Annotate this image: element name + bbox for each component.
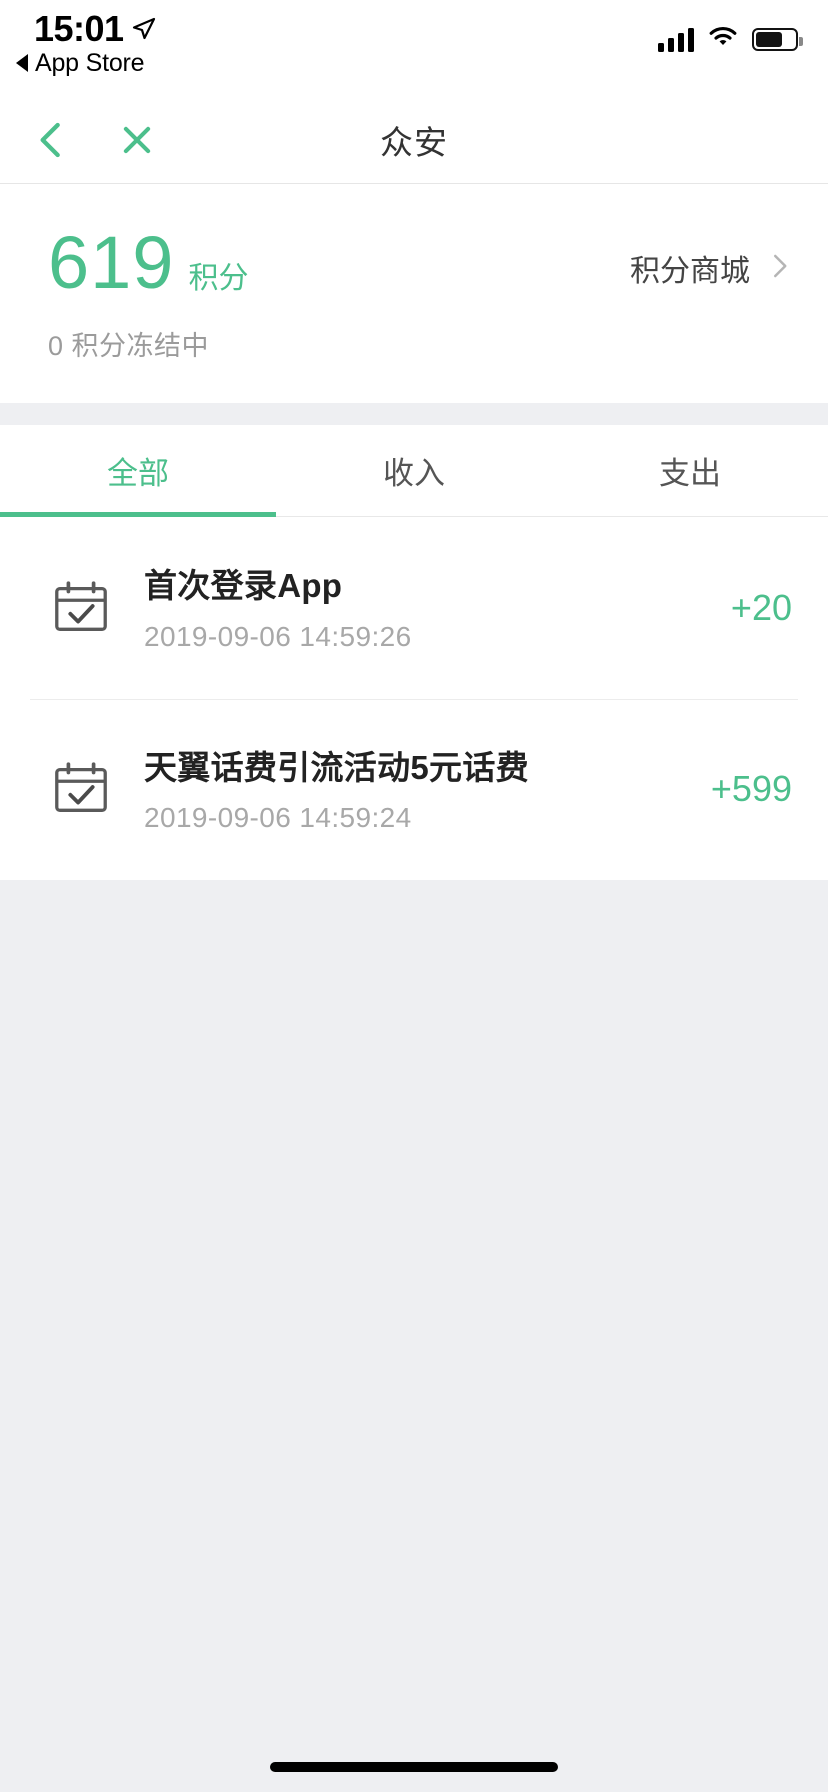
table-row[interactable]: 首次登录App 2019-09-06 14:59:26 +20 (0, 517, 828, 699)
transaction-title: 天翼话费引流活动5元话费 (144, 748, 529, 786)
transaction-title: 首次登录App (144, 567, 343, 604)
back-to-app-store-button[interactable]: App Store (16, 48, 145, 78)
navigation-bar: 众安 (0, 96, 828, 184)
frozen-points-label: 0 积分冻结中 (48, 331, 210, 361)
status-time-group: 15:01 (34, 10, 156, 48)
tab-all-label: 全部 (107, 456, 169, 491)
points-mall-label: 积分商城 (630, 255, 750, 288)
tab-expense-label: 支出 (659, 456, 721, 491)
transaction-amount: +20 (730, 586, 792, 628)
points-value: 619 (48, 221, 175, 304)
transaction-text-block: 首次登录App 2019-09-06 14:59:26 (120, 563, 731, 653)
section-divider-band (0, 403, 828, 425)
calendar-check-icon (42, 577, 120, 639)
transaction-list: 首次登录App 2019-09-06 14:59:26 +20 天翼话费引流活动… (0, 517, 828, 881)
table-row[interactable]: 天翼话费引流活动5元话费 2019-09-06 14:59:24 +599 (0, 698, 828, 881)
phone-screen: 15:01 App Store 众安 619 积分 0 积分冻结中 积分商城 全… (0, 0, 828, 1792)
chevron-right-icon (764, 251, 794, 286)
transaction-timestamp: 2019-09-06 14:59:24 (144, 802, 412, 834)
back-app-label: App Store (35, 48, 145, 77)
points-mall-link[interactable]: 积分商城 (630, 226, 794, 290)
points-summary-card: 619 积分 0 积分冻结中 积分商城 (0, 184, 828, 403)
tab-income-label: 收入 (383, 456, 445, 491)
tab-expense[interactable]: 支出 (552, 425, 828, 516)
points-line: 619 积分 (48, 226, 248, 300)
status-time: 15:01 (34, 8, 124, 49)
transaction-amount: +599 (710, 768, 792, 810)
tab-income[interactable]: 收入 (276, 425, 552, 516)
location-arrow-icon (132, 17, 156, 41)
status-bar-left: 15:01 App Store (16, 10, 156, 78)
status-bar-right (658, 26, 803, 53)
empty-area (0, 880, 828, 1792)
tab-all[interactable]: 全部 (0, 425, 276, 517)
transaction-filter-tabs: 全部 收入 支出 (0, 425, 828, 517)
home-indicator[interactable] (270, 1762, 558, 1772)
status-bar: 15:01 App Store (0, 0, 828, 96)
page-title: 众安 (380, 124, 448, 161)
cellular-signal-icon (658, 27, 694, 52)
wifi-icon (708, 26, 738, 53)
transaction-text-block: 天翼话费引流活动5元话费 2019-09-06 14:59:24 (120, 745, 711, 835)
triangle-left-icon (16, 54, 28, 73)
calendar-check-icon (42, 758, 120, 820)
points-unit-label: 积分 (188, 262, 249, 295)
transaction-timestamp: 2019-09-06 14:59:26 (144, 620, 412, 652)
points-block: 619 积分 0 积分冻结中 (48, 226, 248, 363)
battery-icon (752, 28, 803, 51)
